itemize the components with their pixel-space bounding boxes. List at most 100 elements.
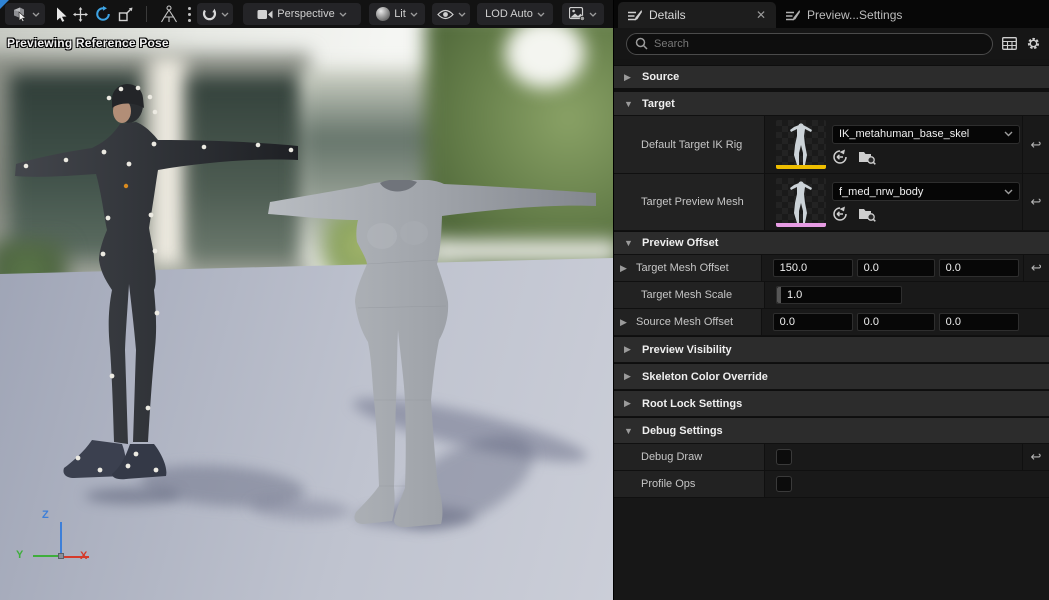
toolbar-separator [146, 6, 147, 22]
details-panel-icon [786, 9, 800, 22]
asset-thumbnail-preview-mesh[interactable] [776, 178, 826, 227]
scale-tool-icon[interactable] [117, 3, 133, 25]
section-header-preview-offset[interactable]: ▼ Preview Offset [614, 231, 1049, 255]
axis-z-label: Z [42, 509, 49, 521]
overflow-menu-icon[interactable] [184, 3, 194, 25]
profile-ops-checkbox[interactable] [776, 476, 792, 492]
target-character-mesh[interactable] [258, 180, 608, 540]
chevron-down-icon [1004, 189, 1013, 195]
scale-field[interactable]: 1.0 [776, 286, 902, 304]
search-icon [635, 37, 648, 50]
expander-collapsed-icon: ▶ [620, 263, 630, 274]
reset-column [1023, 309, 1049, 335]
preview-viewport[interactable]: Perspective Lit LOD Auto [0, 0, 613, 600]
property-row-target-preview-mesh: Target Preview Mesh f_med_nrw_body [614, 174, 1049, 231]
chevron-down-icon [589, 12, 597, 17]
property-row-profile-ops: Profile Ops [614, 471, 1049, 498]
3d-scene[interactable]: Previewing Reference Pose Z Y X [0, 28, 613, 600]
reset-to-default-button[interactable]: ↩ [1023, 255, 1049, 281]
section-header-debug-settings[interactable]: ▼ Debug Settings [614, 417, 1049, 444]
preview-character-icon[interactable] [158, 3, 180, 25]
settings-gear-icon[interactable] [1026, 36, 1041, 51]
chevron-down-icon [221, 12, 229, 17]
rotation-snap-icon [202, 7, 217, 21]
section-title: Source [642, 71, 679, 83]
browse-to-asset-icon[interactable] [858, 206, 876, 222]
search-input[interactable] [654, 38, 984, 50]
property-row-target-mesh-offset: ▶ Target Mesh Offset 150.0 0.0 0.0 ↩ [614, 255, 1049, 282]
property-label: Target Mesh Offset [636, 262, 729, 274]
close-tab-icon[interactable]: ✕ [756, 9, 766, 21]
offset-z-field[interactable]: 0.0 [939, 259, 1019, 277]
property-label: Profile Ops [614, 471, 764, 497]
use-selected-asset-icon[interactable] [832, 149, 848, 165]
offset-x-field[interactable]: 150.0 [773, 259, 853, 277]
lod-menu-button[interactable]: LOD Auto [477, 3, 553, 25]
property-label: Debug Draw [614, 444, 764, 470]
expander-collapsed-icon: ▶ [624, 398, 634, 409]
select-tool-icon[interactable] [55, 3, 69, 25]
chevron-down-icon [1004, 131, 1013, 137]
tab-details-label: Details [649, 8, 686, 22]
rotation-snap-button[interactable] [197, 3, 233, 25]
section-header-skeleton-color-override[interactable]: ▶ Skeleton Color Override [614, 363, 1049, 390]
browse-to-asset-icon[interactable] [858, 149, 876, 165]
offset-y-field[interactable]: 0.0 [857, 259, 935, 277]
section-header-source[interactable]: ▶ Source [614, 65, 1049, 89]
expander-collapsed-icon: ▶ [624, 72, 634, 83]
preview-mesh-combobox-value: f_med_nrw_body [839, 186, 1000, 198]
tab-details[interactable]: Details ✕ [618, 2, 776, 28]
chevron-down-icon [339, 12, 347, 17]
camera-icon [257, 9, 273, 20]
property-label: Default Target IK Rig [614, 116, 764, 173]
property-row-target-mesh-scale: Target Mesh Scale 1.0 [614, 282, 1049, 309]
axis-y-label: Y [16, 549, 23, 561]
tab-preview-settings-label: Preview...Settings [807, 8, 902, 22]
section-title: Preview Offset [642, 237, 718, 249]
property-label: Target Mesh Scale [614, 282, 764, 308]
reset-to-default-button[interactable]: ↩ [1022, 116, 1049, 173]
viewport-overlay-text: Previewing Reference Pose [7, 36, 169, 50]
section-header-preview-visibility[interactable]: ▶ Preview Visibility [614, 336, 1049, 363]
offset-y-field[interactable]: 0.0 [857, 313, 935, 331]
offset-x-field[interactable]: 0.0 [773, 313, 853, 331]
section-header-root-lock-settings[interactable]: ▶ Root Lock Settings [614, 390, 1049, 417]
reset-to-default-button[interactable]: ↩ [1022, 444, 1049, 470]
property-label: Source Mesh Offset [636, 316, 733, 328]
search-box[interactable] [626, 33, 993, 55]
show-menu-button[interactable] [432, 3, 470, 25]
selection-mode-button[interactable] [5, 3, 45, 25]
ik-rig-combobox-value: IK_metahuman_base_skel [839, 128, 1000, 140]
move-tool-icon[interactable] [72, 3, 88, 25]
ik-rig-combobox[interactable]: IK_metahuman_base_skel [832, 125, 1020, 144]
expander-expanded-icon: ▼ [624, 99, 634, 109]
screenshot-menu-button[interactable] [562, 3, 604, 25]
lod-label: LOD Auto [485, 8, 533, 20]
cube-cursor-icon [11, 6, 28, 22]
axis-z-line [60, 522, 62, 555]
asset-thumbnail-ik-rig[interactable] [776, 120, 826, 169]
use-selected-asset-icon[interactable] [832, 206, 848, 222]
debug-draw-checkbox[interactable] [776, 449, 792, 465]
chevron-down-icon [458, 12, 466, 17]
perspective-menu-button[interactable]: Perspective [243, 3, 361, 25]
chevron-down-icon [32, 12, 40, 17]
preview-mesh-combobox[interactable]: f_med_nrw_body [832, 182, 1020, 201]
offset-z-field[interactable]: 0.0 [939, 313, 1019, 331]
search-row [614, 28, 1049, 59]
asset-color-bar [776, 223, 826, 227]
section-header-target[interactable]: ▼ Target [614, 92, 1049, 116]
reset-to-default-button[interactable]: ↩ [1022, 174, 1049, 230]
display-filter-icon[interactable] [1002, 37, 1017, 50]
chevron-down-icon [410, 12, 418, 17]
lit-menu-button[interactable]: Lit [369, 3, 425, 25]
rotate-tool-icon[interactable] [94, 3, 111, 25]
tab-preview-settings[interactable]: Preview...Settings [776, 2, 912, 28]
eye-icon [437, 9, 454, 20]
perspective-label: Perspective [277, 8, 334, 20]
section-title: Target [642, 98, 675, 110]
section-title: Skeleton Color Override [642, 371, 768, 383]
lit-label: Lit [394, 8, 406, 20]
property-row-default-target-ik-rig: Default Target IK Rig IK_metahuman_base_… [614, 116, 1049, 174]
reset-column [1022, 471, 1049, 497]
